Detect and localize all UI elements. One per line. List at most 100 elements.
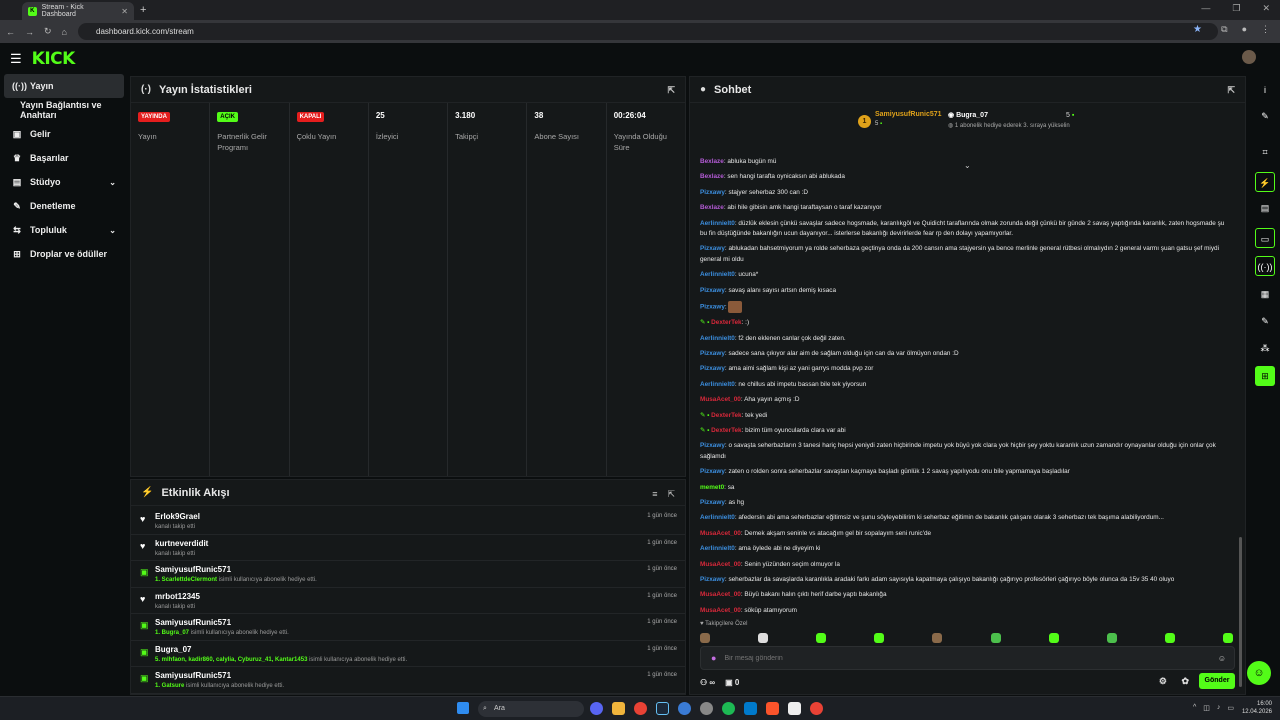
- brave-icon[interactable]: [766, 702, 779, 715]
- emote-icon[interactable]: [990, 633, 1001, 643]
- chat-username[interactable]: Pizxawy: [700, 304, 725, 311]
- chat-username[interactable]: Aerlinnielt0: [700, 335, 735, 342]
- chat-username[interactable]: Aerlinnielt0: [700, 271, 735, 278]
- gift-icon[interactable]: ✿: [1181, 676, 1189, 687]
- gift-leaderboard[interactable]: 1 SamiyusufRunic571 5 ▪ ◉ Bugra_07 ◍ 1 a…: [690, 104, 1245, 170]
- chevron-up-icon[interactable]: ^: [1193, 704, 1196, 712]
- chat-message[interactable]: ✎ ▪ DexterTek: :): [700, 318, 1231, 329]
- clock[interactable]: 16:00 12.04.2026: [1242, 700, 1272, 716]
- calendar-icon[interactable]: ▦: [1255, 284, 1275, 304]
- chat-icon[interactable]: ▭: [1255, 228, 1275, 248]
- chat-message-input[interactable]: [724, 654, 1210, 662]
- chat-username[interactable]: Pizxawy: [700, 287, 725, 294]
- chat-message[interactable]: Aerlinnielt0: f2 den eklenen canlar çok …: [700, 334, 1231, 345]
- app-icon[interactable]: [678, 702, 691, 715]
- activity-item[interactable]: ▣ Bugra_07 5. mlhfaon, kadir860, calylia, …: [131, 641, 685, 667]
- chat-message[interactable]: ✎ ▪ DexterTek: bizim tüm oyuncularda cla…: [700, 426, 1231, 437]
- activity-item[interactable]: ▣ SamiyusufRunic571 1. Bugra_07 isimli kul…: [131, 614, 685, 641]
- chat-username[interactable]: Bexlaze: [700, 204, 724, 211]
- sidebar-item-achievements[interactable]: ♛ Başarılar: [0, 146, 128, 170]
- chat-username[interactable]: Pizxawy: [700, 576, 725, 583]
- notion-icon[interactable]: [788, 702, 801, 715]
- spotify-icon[interactable]: [722, 702, 735, 715]
- chevron-down-icon[interactable]: ⌄: [109, 226, 116, 235]
- emote-icon[interactable]: [816, 633, 827, 643]
- chat-username[interactable]: Bexlaze: [700, 173, 724, 180]
- chat-username[interactable]: Aerlinnielt0: [700, 514, 735, 521]
- user-avatar[interactable]: [1242, 50, 1256, 64]
- emote-icon[interactable]: [1164, 633, 1175, 643]
- chat-username[interactable]: Pizxawy: [700, 468, 725, 475]
- chat-username[interactable]: DexterTek: [711, 412, 741, 419]
- microphone-icon[interactable]: ●: [711, 653, 716, 663]
- clip-icon[interactable]: ⌗: [1255, 142, 1275, 162]
- emote-icon[interactable]: [874, 633, 885, 643]
- chat-message[interactable]: Aerlinnielt0: ucuna*: [700, 270, 1231, 281]
- chat-username[interactable]: Pizxawy: [700, 365, 725, 372]
- volume-icon[interactable]: ♪: [1217, 704, 1221, 712]
- chat-message[interactable]: Pizxawy: sadece sana çıkıyor alar aim de…: [700, 349, 1231, 360]
- chat-message[interactable]: Pizxawy: ama aimi sağlam kişi az yani ga…: [700, 364, 1231, 375]
- chat-username[interactable]: Bexlaze: [700, 158, 724, 165]
- emote-icon[interactable]: [932, 633, 943, 643]
- sidebar-item-studio[interactable]: ▤ Stüdyo ⌄: [0, 170, 128, 194]
- activity-item[interactable]: ▣ SamiyusufRunic571 1. ScarlettdeClermont …: [131, 561, 685, 588]
- chat-username[interactable]: MusaAcet_00: [700, 591, 741, 598]
- chat-message[interactable]: Pizxawy: o savaşta seherbazların 3 tanes…: [700, 441, 1231, 462]
- popout-icon[interactable]: ⇱: [1227, 85, 1235, 96]
- chat-username[interactable]: DexterTek: [711, 319, 741, 326]
- bookmark-star-icon[interactable]: ★: [1193, 24, 1202, 35]
- file-explorer-icon[interactable]: [612, 702, 625, 715]
- vscode-icon[interactable]: [744, 702, 757, 715]
- battery-icon[interactable]: ▭: [1227, 704, 1234, 712]
- chat-message[interactable]: Bexlaze: abluka bugün mü: [700, 157, 1231, 168]
- hamburger-menu-icon[interactable]: ☰: [10, 51, 22, 67]
- chat-message[interactable]: Aerlinnielt0: ama öylede abi ne diyeyim …: [700, 544, 1231, 555]
- chat-message[interactable]: Aerlinnielt0: ne chillus abi impetu bass…: [700, 380, 1231, 391]
- wrench-icon[interactable]: ✎: [1255, 311, 1275, 331]
- activity-item[interactable]: ♥ mrbot12345 kanalı takip etti 1 gün önce: [131, 588, 685, 614]
- channel-points[interactable]: ▣ 0: [725, 678, 739, 687]
- chat-message[interactable]: MusaAcet_00: Senin yüzünden seçim olmuyo…: [700, 560, 1231, 571]
- chat-message[interactable]: MusaAcet_00: Aha yayın açmış :D: [700, 395, 1231, 406]
- forward-icon[interactable]: →: [25, 27, 34, 37]
- chat-username[interactable]: MusaAcet_00: [700, 530, 741, 537]
- chat-username[interactable]: Aerlinnielt0: [700, 545, 735, 552]
- chat-username[interactable]: DexterTek: [711, 427, 741, 434]
- emoji-icon[interactable]: ☺: [1218, 654, 1226, 663]
- popout-icon[interactable]: ⇱: [667, 489, 675, 500]
- chat-username[interactable]: Pizxawy: [700, 442, 725, 449]
- chevron-down-icon[interactable]: ⌄: [109, 178, 116, 187]
- chat-username[interactable]: Pizxawy: [700, 499, 725, 506]
- chat-message[interactable]: MusaAcet_00: Demek akşam seninle vs atac…: [700, 529, 1231, 540]
- send-button[interactable]: Gönder: [1199, 673, 1235, 689]
- extensions-icon[interactable]: ⧉: [1221, 24, 1227, 35]
- chrome-icon[interactable]: [634, 702, 647, 715]
- new-tab-button[interactable]: +: [140, 4, 146, 16]
- maximize-icon[interactable]: ❐: [1232, 3, 1240, 14]
- windows-start-icon[interactable]: [457, 702, 469, 714]
- emote-icon[interactable]: [1048, 633, 1059, 643]
- gift-icon[interactable]: ⊞: [1255, 366, 1275, 386]
- sidebar-item-moderation[interactable]: ✎ Denetleme: [0, 194, 128, 218]
- chat-support-fab[interactable]: ☺: [1247, 661, 1271, 685]
- sidebar-item-stream-key[interactable]: Yayın Bağlantısı ve Anahtarı: [0, 98, 128, 122]
- chat-username[interactable]: Pizxawy: [700, 189, 725, 196]
- popout-icon[interactable]: ⇱: [667, 85, 675, 96]
- chat-message[interactable]: Aerlinnielt0: afedersin abi ama seherbaz…: [700, 513, 1231, 524]
- chat-username[interactable]: Aerlinnielt0: [700, 220, 735, 227]
- viewers-infinity[interactable]: ⚇ ∞: [700, 678, 715, 687]
- url-field[interactable]: dashboard.kick.com/stream: [78, 23, 1218, 40]
- chat-username[interactable]: memet0: [700, 484, 724, 491]
- chat-message[interactable]: Pizxawy: ablukadan bahsetmiyorum ya rold…: [700, 244, 1231, 265]
- chat-message[interactable]: Aerlinnielt0: düzlük eklesin çünkü savaş…: [700, 219, 1231, 240]
- steam-icon[interactable]: [656, 702, 669, 715]
- menu-dots-icon[interactable]: ⋮: [1261, 24, 1270, 35]
- chat-message[interactable]: memet0: sa: [700, 483, 1231, 494]
- activity-item[interactable]: ♥ kurtneverdidit kanalı takip etti 1 gün ön…: [131, 535, 685, 561]
- home-icon[interactable]: ⌂: [62, 27, 67, 37]
- chat-message[interactable]: MusaAcet_00: söküp atamıyorum: [700, 606, 1231, 617]
- profile-avatar-icon[interactable]: ●: [1242, 24, 1247, 35]
- community-icon[interactable]: ⁂: [1255, 338, 1275, 358]
- sidebar-item-drops[interactable]: ⊞ Droplar ve ödüller: [0, 242, 128, 266]
